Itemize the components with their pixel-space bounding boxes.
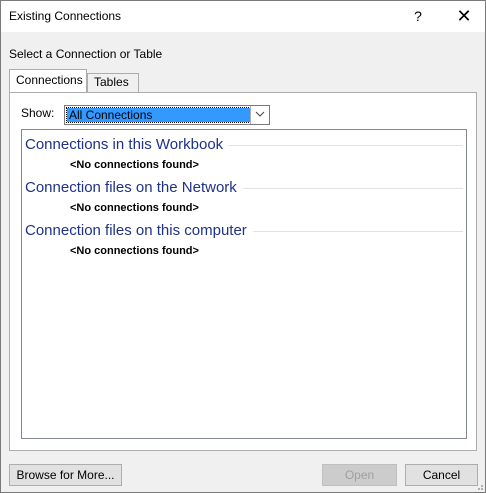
show-dropdown-value: All Connections [66, 107, 251, 123]
group-network: Connection files on the Network <No conn… [25, 177, 465, 217]
empty-message: <No connections found> [70, 245, 199, 257]
group-computer: Connection files on this computer <No co… [25, 220, 465, 260]
divider [252, 230, 463, 232]
connections-list[interactable]: Connections in this Workbook <No connect… [21, 129, 467, 439]
help-icon[interactable]: ? [399, 1, 437, 32]
window-title: Existing Connections [9, 9, 122, 23]
dialog-prompt: Select a Connection or Table [9, 47, 163, 61]
group-title: Connections in this Workbook [25, 135, 224, 153]
group-header: Connection files on this computer [25, 220, 463, 240]
tab-connections[interactable]: Connections [9, 69, 87, 92]
show-label: Show: [21, 106, 55, 120]
close-icon[interactable]: ✕ [445, 1, 483, 32]
tab-tables[interactable]: Tables [87, 73, 139, 92]
show-dropdown[interactable]: All Connections [64, 105, 270, 125]
tab-label: Tables [94, 75, 129, 89]
tab-label: Connections [16, 73, 83, 87]
empty-message: <No connections found> [70, 159, 199, 171]
open-button[interactable]: Open [322, 464, 397, 486]
group-workbook: Connections in this Workbook <No connect… [25, 134, 465, 174]
divider [242, 187, 463, 189]
empty-message: <No connections found> [70, 202, 199, 214]
cancel-button[interactable]: Cancel [405, 464, 478, 486]
group-title: Connection files on the Network [25, 178, 237, 196]
resize-grip-icon[interactable] [475, 482, 483, 490]
divider [229, 144, 463, 146]
group-title: Connection files on this computer [25, 221, 247, 239]
browse-for-more-button[interactable]: Browse for More... [9, 464, 122, 486]
chevron-down-icon[interactable] [250, 106, 269, 124]
title-bar[interactable]: Existing Connections ? ✕ [1, 1, 485, 32]
group-header: Connections in this Workbook [25, 134, 463, 154]
group-header: Connection files on the Network [25, 177, 463, 197]
existing-connections-dialog: Existing Connections ? ✕ Select a Connec… [0, 0, 486, 493]
